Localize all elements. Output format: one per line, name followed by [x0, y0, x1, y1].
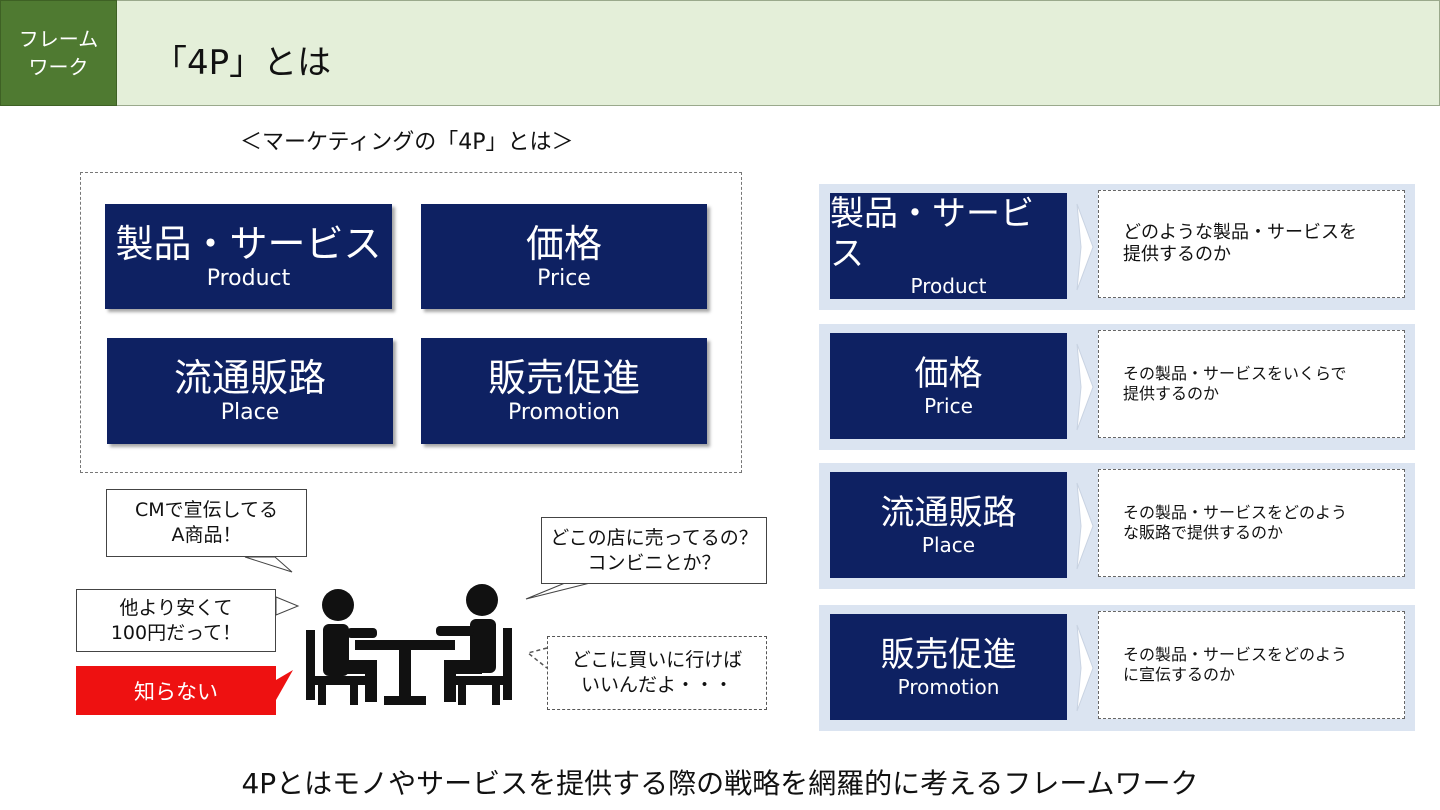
row-desc-line: 提供するのか: [1123, 384, 1220, 403]
bubble-text: 他より安くて: [119, 596, 233, 619]
chevron-right-icon: [1076, 343, 1094, 431]
bubble-cm: CMで宣伝してる A商品！: [106, 489, 307, 557]
bubble-cheap: 他より安くて 100円だって！: [76, 589, 276, 652]
row-label-en: Place: [921, 533, 976, 557]
row-desc-line: 提供するのか: [1123, 244, 1231, 265]
row-desc-line: その製品・サービスをどのよう: [1123, 503, 1348, 522]
bubble-text: どこの店に売ってるの？: [550, 526, 758, 549]
row-label-en: Promotion: [897, 675, 1000, 699]
row-box: 製品・サービス Product: [830, 193, 1067, 299]
row-description: その製品・サービスをどのよう な販路で提供するのか: [1098, 469, 1405, 577]
row-description: どのような製品・サービスを 提供するのか: [1098, 190, 1405, 298]
bubble-text: いいんだよ・・・: [580, 674, 733, 696]
chevron-right-icon: [1076, 624, 1094, 712]
bubble-tail-cheap: [275, 596, 300, 616]
chevron-right-icon: [1076, 482, 1094, 570]
bubble-where-buy: どこに買いに行けば いいんだよ・・・: [547, 636, 767, 710]
row-label-jp: 流通販路: [880, 493, 1017, 533]
red-tail: [276, 670, 293, 700]
row-desc-line: な販路で提供するのか: [1123, 523, 1284, 542]
row-promotion: 販売促進 Promotion その製品・サービスをどのよう に宣伝するのか: [819, 605, 1415, 731]
bubble-text: A商品！: [171, 524, 242, 546]
bubble-text: CMで宣伝してる: [134, 499, 279, 521]
row-desc-line: その製品・サービスをいくらで: [1123, 364, 1347, 383]
row-price: 価格 Price その製品・サービスをいくらで 提供するのか: [819, 324, 1415, 450]
bubble-text: どこに買いに行けば: [571, 649, 743, 671]
row-label-jp: 販売促進: [880, 635, 1017, 675]
row-label-en: Product: [910, 274, 987, 298]
row-box: 販売促進 Promotion: [830, 614, 1067, 720]
row-label-jp: 製品・サービス: [830, 194, 1034, 274]
row-desc-line: に宣伝するのか: [1123, 665, 1236, 684]
bubble-text: コンビニとか？: [587, 551, 721, 574]
footer-summary: 4Pとはモノやサービスを提供する際の戦略を網羅的に考えるフレームワーク: [241, 767, 1199, 800]
bubble-tail-where-buy: [526, 647, 548, 669]
row-product: 製品・サービス Product どのような製品・サービスを 提供するのか: [819, 184, 1415, 310]
bubble-where-sold: どこの店に売ってるの？ コンビニとか？: [541, 517, 767, 584]
row-description: その製品・サービスをいくらで 提供するのか: [1098, 330, 1405, 438]
bubble-text: 100円だって！: [110, 621, 242, 644]
row-desc-line: どのような製品・サービスを: [1123, 222, 1357, 243]
unknown-label: 知らない: [76, 666, 276, 715]
row-desc-line: その製品・サービスをどのよう: [1123, 645, 1348, 664]
row-box: 流通販路 Place: [830, 472, 1067, 578]
bubble-tail-cm: [244, 556, 293, 573]
row-description: その製品・サービスをどのよう に宣伝するのか: [1098, 611, 1405, 719]
row-label-jp: 価格: [914, 354, 983, 394]
bubble-tail-where-sold: [525, 582, 591, 600]
row-label-en: Price: [924, 394, 973, 418]
chevron-right-icon: [1076, 203, 1094, 291]
row-box: 価格 Price: [830, 333, 1067, 439]
row-place: 流通販路 Place その製品・サービスをどのよう な販路で提供するのか: [819, 463, 1415, 589]
